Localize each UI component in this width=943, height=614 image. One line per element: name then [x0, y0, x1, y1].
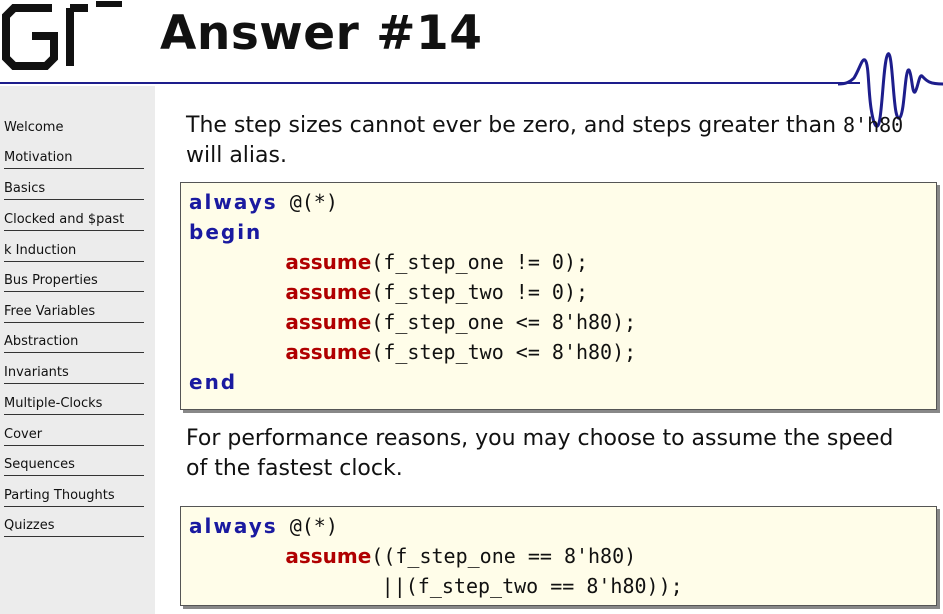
sidebar-item-k-induction[interactable]: k Induction [4, 243, 144, 262]
paragraph-text: The step sizes cannot ever be zero, and … [186, 113, 844, 138]
sidebar-item-bus-properties[interactable]: Bus Properties [4, 273, 144, 292]
paragraph-text-end: will alias. [186, 143, 287, 168]
sidebar-item-clocked-and-past[interactable]: Clocked and $past [4, 212, 144, 231]
paragraph-step-sizes: The step sizes cannot ever be zero, and … [186, 110, 903, 171]
sidebar-item-welcome[interactable]: Welcome [4, 120, 144, 138]
code-text: (f_step_one != 0); [371, 250, 589, 274]
code-function: assume [285, 340, 372, 364]
code-function: assume [285, 250, 372, 274]
code-text: @(*) [277, 190, 338, 214]
paragraph-text: For performance reasons, you may choose … [186, 426, 894, 451]
code-keyword: always [189, 190, 278, 214]
code-text: (f_step_one <= 8'h80); [371, 310, 637, 334]
sidebar-item-cover[interactable]: Cover [4, 427, 144, 446]
sidebar-item-free-variables[interactable]: Free Variables [4, 304, 144, 323]
page-title: Answer #14 [160, 6, 483, 61]
paragraph-performance: For performance reasons, you may choose … [186, 424, 893, 484]
sidebar: Welcome Motivation Basics Clocked and $p… [0, 86, 155, 614]
code-text: ||(f_step_two == 8'h80)); [381, 574, 683, 598]
code-block-fastest-clock: always @(*) assume((f_step_one == 8'h80)… [180, 506, 937, 606]
code-function: assume [285, 280, 372, 304]
sidebar-item-invariants[interactable]: Invariants [4, 365, 144, 384]
sidebar-item-sequences[interactable]: Sequences [4, 457, 144, 476]
code-block-assumptions: always @(*) begin assume(f_step_one != 0… [180, 182, 937, 410]
code-keyword: end [189, 370, 238, 394]
code-text: ((f_step_one == 8'h80) [371, 544, 637, 568]
gt-logo-icon [2, 1, 122, 70]
code-text: @(*) [277, 514, 338, 538]
code-keyword: always [189, 514, 278, 538]
header-divider [0, 82, 860, 84]
sidebar-item-parting-thoughts[interactable]: Parting Thoughts [4, 488, 144, 507]
paragraph-text: of the fastest clock. [186, 456, 403, 481]
sidebar-item-basics[interactable]: Basics [4, 181, 144, 200]
sidebar-item-multiple-clocks[interactable]: Multiple-Clocks [4, 396, 144, 415]
inline-code: 8'h80 [843, 113, 904, 137]
code-text: (f_step_two != 0); [371, 280, 589, 304]
code-function: assume [285, 310, 372, 334]
sidebar-item-abstraction[interactable]: Abstraction [4, 334, 144, 353]
code-keyword: begin [189, 220, 263, 244]
code-text: (f_step_two <= 8'h80); [371, 340, 637, 364]
code-function: assume [285, 544, 372, 568]
sidebar-item-motivation[interactable]: Motivation [4, 150, 144, 169]
sidebar-item-quizzes[interactable]: Quizzes [4, 518, 144, 537]
